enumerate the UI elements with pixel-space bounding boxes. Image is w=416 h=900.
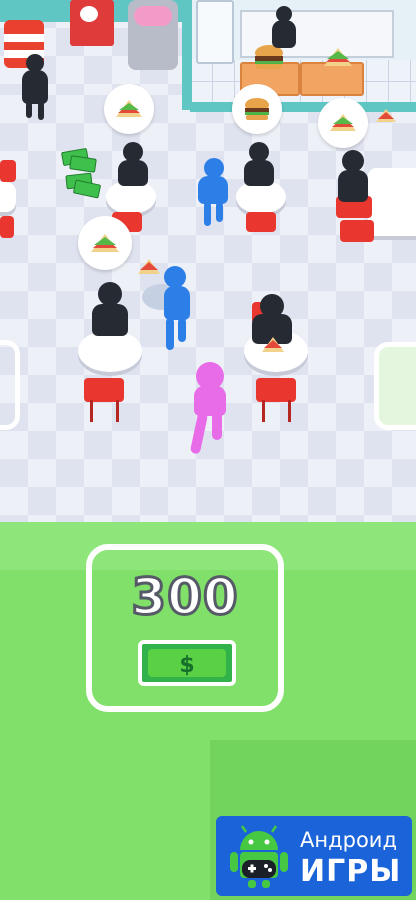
chair — [0, 216, 14, 238]
burger-icon — [245, 98, 269, 120]
dining-table-edge-left[interactable] — [0, 182, 16, 212]
edge-zone-left — [0, 340, 20, 430]
edge-zone-right — [374, 342, 416, 430]
bill-inner: $ — [148, 649, 226, 678]
chair-leg — [90, 400, 93, 422]
sandwich-icon — [91, 234, 119, 252]
dining-table-bottom-left[interactable] — [78, 330, 142, 372]
order-bubble-sandwich — [318, 98, 368, 148]
order-bubble-sandwich — [78, 216, 132, 270]
dollar-sign: $ — [179, 653, 195, 678]
chair-leg — [262, 400, 265, 422]
dollar-bill-icon: $ — [138, 640, 236, 686]
cooking-station — [128, 0, 178, 70]
game-scene[interactable]: 300 $ Андроид ИГРЫ — [0, 0, 416, 900]
watermark-line1: Андроид — [300, 828, 397, 852]
watermark-line2: ИГРЫ — [300, 854, 402, 889]
chair — [256, 378, 296, 402]
dining-table-edge-right[interactable] — [368, 168, 416, 236]
order-bubble-burger — [232, 84, 282, 134]
sandwich-icon — [116, 100, 142, 117]
sandwich-on-table-icon — [376, 109, 396, 122]
chair-leg — [116, 400, 119, 422]
android-games-watermark: Андроид ИГРЫ — [216, 816, 412, 896]
sandwich-on-table-icon — [262, 337, 284, 352]
chair — [246, 212, 276, 232]
kitchen-wall-left — [182, 0, 192, 110]
chair — [0, 160, 16, 182]
unlock-price: 300 — [130, 567, 239, 628]
door-window — [80, 6, 98, 22]
sandwich-pickup-icon — [324, 48, 352, 66]
sandwich-on-table-icon — [138, 259, 160, 274]
order-bubble-sandwich — [104, 84, 154, 134]
chair — [340, 220, 374, 242]
android-robot-gamepad-icon — [230, 825, 288, 888]
fridge — [196, 0, 234, 64]
sandwich-icon — [330, 114, 356, 131]
chair-leg — [288, 400, 291, 422]
chair — [84, 378, 124, 402]
